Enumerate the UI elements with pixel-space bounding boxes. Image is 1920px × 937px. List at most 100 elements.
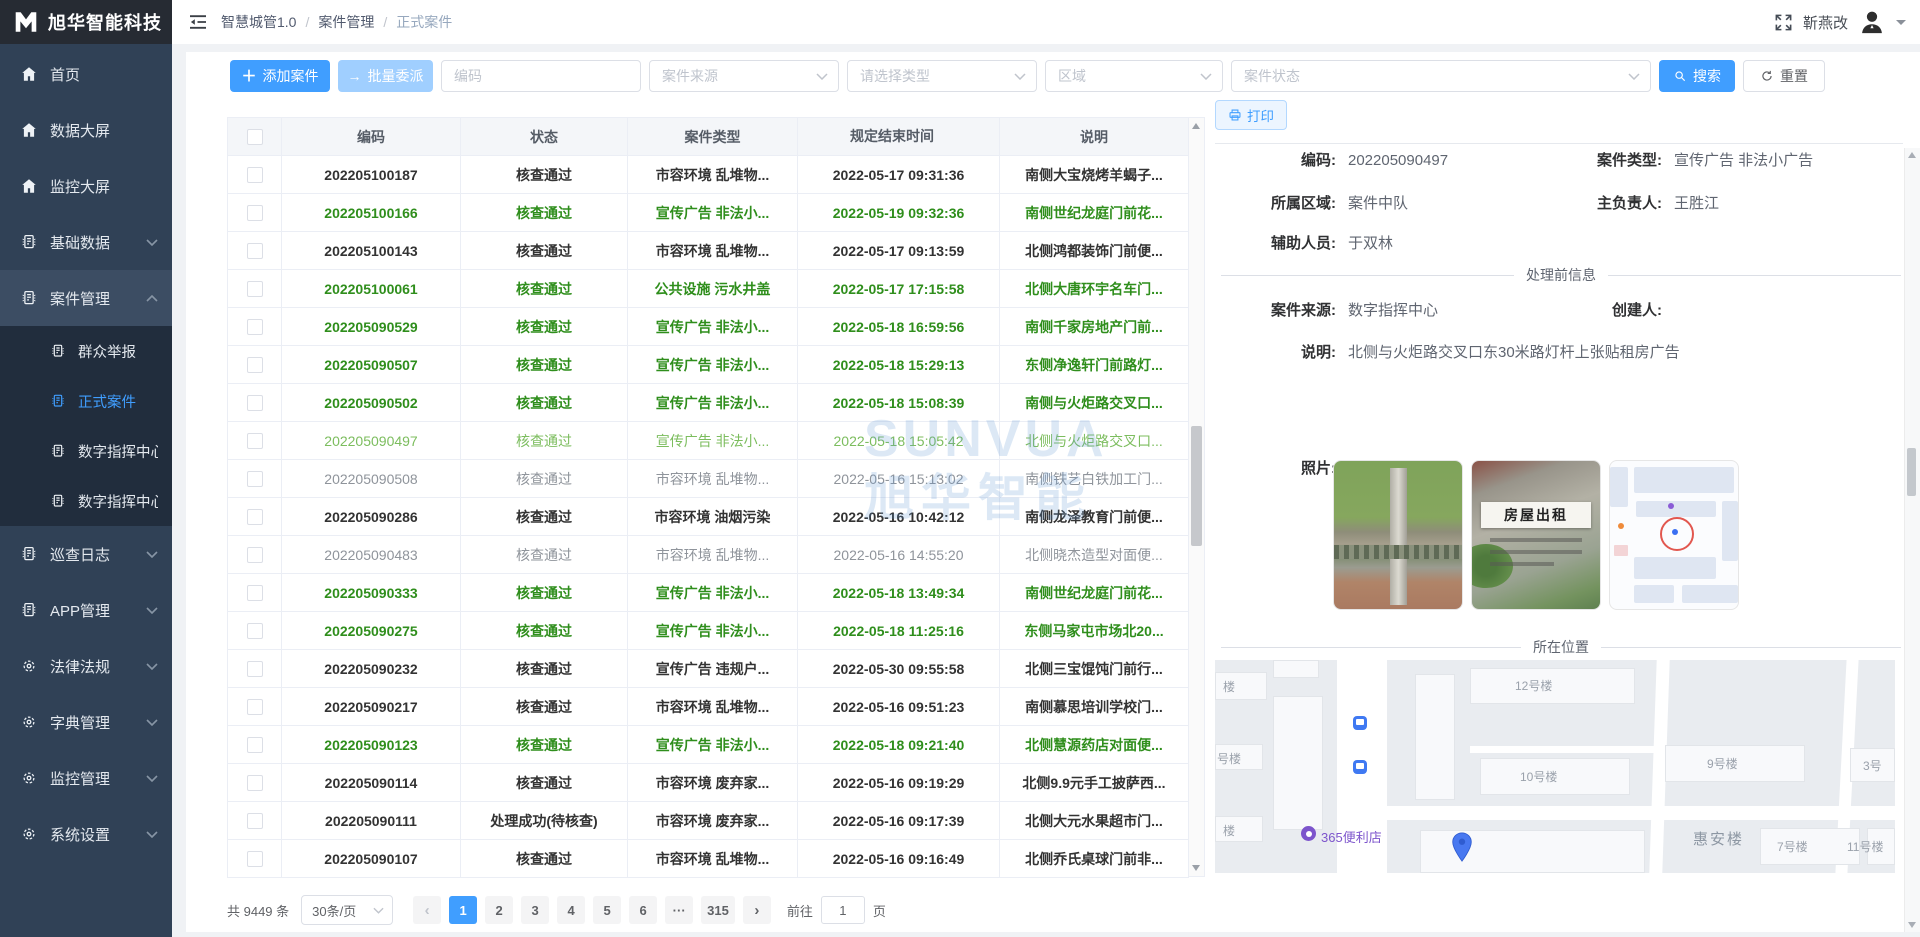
- table-row-10[interactable]: 202205090483核查通过市容环境 乱堆物...2022-05-16 14…: [228, 536, 1189, 574]
- column-header-4[interactable]: 说明: [1000, 118, 1189, 156]
- table-row-15[interactable]: 202205090123核查通过宣传广告 非法小...2022-05-18 09…: [228, 726, 1189, 764]
- select-all-checkbox[interactable]: [247, 129, 263, 145]
- search-button[interactable]: 搜索: [1659, 60, 1735, 92]
- sidebar-item-1[interactable]: 数据大屏: [0, 102, 172, 158]
- row-checkbox[interactable]: [247, 243, 263, 259]
- table-row-8[interactable]: 202205090508核查通过市容环境 乱堆物...2022-05-16 15…: [228, 460, 1189, 498]
- sidebar-item-0[interactable]: 首页: [0, 46, 172, 102]
- row-checkbox[interactable]: [247, 737, 263, 753]
- store-poi-icon[interactable]: [1301, 826, 1316, 841]
- page-button-3[interactable]: 3: [521, 896, 549, 924]
- row-checkbox[interactable]: [247, 851, 263, 867]
- row-checkbox[interactable]: [247, 433, 263, 449]
- user-name[interactable]: 靳燕改: [1803, 12, 1848, 33]
- table-row-4[interactable]: 202205090529核查通过宣传广告 非法小...2022-05-18 16…: [228, 308, 1189, 346]
- row-checkbox[interactable]: [247, 319, 263, 335]
- table-row-2[interactable]: 202205100143核查通过市容环境 乱堆物...2022-05-17 09…: [228, 232, 1189, 270]
- sidebar-item-10[interactable]: 系统设置: [0, 806, 172, 862]
- sidebar-subitem-4-0[interactable]: 群众举报: [0, 326, 172, 376]
- panel-scrollbar[interactable]: [1904, 148, 1920, 932]
- sidebar-item-6[interactable]: APP管理: [0, 582, 172, 638]
- pager-ellipsis[interactable]: ···: [665, 896, 693, 924]
- table-row-7[interactable]: 202205090497核查通过宣传广告 非法小...2022-05-18 15…: [228, 422, 1189, 460]
- table-row-0[interactable]: 202205100187核查通过市容环境 乱堆物...2022-05-17 09…: [228, 156, 1189, 194]
- sidebar-subitem-4-2[interactable]: 数字指挥中心: [0, 426, 172, 476]
- row-checkbox[interactable]: [247, 547, 263, 563]
- case-status-select[interactable]: 案件状态: [1231, 60, 1651, 92]
- scroll-up-icon[interactable]: [1908, 152, 1916, 158]
- breadcrumb-item-1[interactable]: 案件管理: [318, 12, 374, 32]
- location-pin-icon[interactable]: [1451, 832, 1473, 862]
- page-size-select[interactable]: 30条/页: [301, 895, 393, 925]
- case-photo-flyer[interactable]: 房屋出租: [1471, 460, 1601, 610]
- panel-scrollbar-thumb[interactable]: [1907, 448, 1916, 496]
- table-row-17[interactable]: 202205090111处理成功(待核查)市容环境 废弃家...2022-05-…: [228, 802, 1189, 840]
- area-select[interactable]: 区域: [1045, 60, 1223, 92]
- sidebar-subitem-4-1[interactable]: 正式案件: [0, 376, 172, 426]
- row-checkbox[interactable]: [247, 395, 263, 411]
- table-row-16[interactable]: 202205090114核查通过市容环境 废弃家...2022-05-16 09…: [228, 764, 1189, 802]
- reset-button[interactable]: 重置: [1743, 60, 1825, 92]
- column-header-2[interactable]: 案件类型: [628, 118, 798, 156]
- case-photo-street[interactable]: [1333, 460, 1463, 610]
- table-row-14[interactable]: 202205090217核查通过市容环境 乱堆物...2022-05-16 09…: [228, 688, 1189, 726]
- row-checkbox[interactable]: [247, 509, 263, 525]
- sidebar-item-3[interactable]: 基础数据: [0, 214, 172, 270]
- table-scrollbar-thumb[interactable]: [1191, 426, 1202, 546]
- table-row-12[interactable]: 202205090275核查通过宣传广告 非法小...2022-05-18 11…: [228, 612, 1189, 650]
- breadcrumb-item-0[interactable]: 智慧城管1.0: [221, 12, 296, 32]
- sidebar-item-4[interactable]: 案件管理: [0, 270, 172, 326]
- scroll-down-icon[interactable]: [1908, 922, 1916, 928]
- row-checkbox[interactable]: [247, 471, 263, 487]
- column-header-3[interactable]: 规定结束时间: [798, 118, 1000, 156]
- collapse-menu-icon[interactable]: [188, 12, 208, 32]
- row-checkbox[interactable]: [247, 167, 263, 183]
- row-checkbox[interactable]: [247, 775, 263, 791]
- table-scrollbar[interactable]: [1188, 117, 1205, 877]
- next-page-button[interactable]: ›: [743, 896, 771, 924]
- page-button-5[interactable]: 5: [593, 896, 621, 924]
- page-button-2[interactable]: 2: [485, 896, 513, 924]
- prev-page-button[interactable]: ‹: [413, 896, 441, 924]
- goto-page-input[interactable]: [821, 896, 865, 924]
- table-row-3[interactable]: 202205100061核查通过公共设施 污水井盖2022-05-17 17:1…: [228, 270, 1189, 308]
- case-source-select[interactable]: 案件来源: [649, 60, 839, 92]
- sidebar-item-7[interactable]: 法律法规: [0, 638, 172, 694]
- bus-stop-icon[interactable]: [1353, 760, 1367, 774]
- row-checkbox[interactable]: [247, 281, 263, 297]
- sidebar-item-2[interactable]: 监控大屏: [0, 158, 172, 214]
- case-photo-map[interactable]: [1609, 460, 1739, 610]
- row-checkbox[interactable]: [247, 813, 263, 829]
- code-input[interactable]: [441, 60, 641, 92]
- add-case-button[interactable]: ＋ 添加案件: [230, 60, 330, 92]
- table-row-6[interactable]: 202205090502核查通过宣传广告 非法小...2022-05-18 15…: [228, 384, 1189, 422]
- table-row-13[interactable]: 202205090232核查通过宣传广告 违规户...2022-05-30 09…: [228, 650, 1189, 688]
- sidebar-subitem-4-3[interactable]: 数字指挥中心统计: [0, 476, 172, 526]
- page-button-1[interactable]: 1: [449, 896, 477, 924]
- bus-stop-icon[interactable]: [1353, 716, 1367, 730]
- table-row-1[interactable]: 202205100166核查通过宣传广告 非法小...2022-05-19 09…: [228, 194, 1189, 232]
- page-button-4[interactable]: 4: [557, 896, 585, 924]
- scroll-up-icon[interactable]: [1192, 123, 1200, 129]
- table-row-18[interactable]: 202205090107核查通过市容环境 乱堆物...2022-05-16 09…: [228, 840, 1189, 878]
- sidebar-item-8[interactable]: 字典管理: [0, 694, 172, 750]
- row-checkbox[interactable]: [247, 699, 263, 715]
- sort-icons[interactable]: [939, 129, 947, 147]
- page-button-6[interactable]: 6: [629, 896, 657, 924]
- table-row-11[interactable]: 202205090333核查通过宣传广告 非法小...2022-05-18 13…: [228, 574, 1189, 612]
- table-row-5[interactable]: 202205090507核查通过宣传广告 非法小...2022-05-18 15…: [228, 346, 1189, 384]
- row-checkbox[interactable]: [247, 585, 263, 601]
- avatar[interactable]: [1858, 8, 1886, 36]
- row-checkbox[interactable]: [247, 357, 263, 373]
- user-menu-caret-icon[interactable]: [1896, 20, 1906, 30]
- batch-assign-button[interactable]: → 批量委派: [338, 60, 433, 92]
- column-header-1[interactable]: 状态: [461, 118, 628, 156]
- column-header-0[interactable]: 编码: [282, 118, 461, 156]
- case-type-select[interactable]: 请选择类型: [847, 60, 1037, 92]
- row-checkbox[interactable]: [247, 205, 263, 221]
- location-map[interactable]: 楼号楼楼12号楼10号楼9号楼3号惠安楼7号楼11号楼365便利店: [1215, 660, 1895, 873]
- row-checkbox[interactable]: [247, 623, 263, 639]
- table-row-9[interactable]: 202205090286核查通过市容环境 油烟污染2022-05-16 10:4…: [228, 498, 1189, 536]
- scroll-down-icon[interactable]: [1192, 865, 1200, 871]
- row-checkbox[interactable]: [247, 661, 263, 677]
